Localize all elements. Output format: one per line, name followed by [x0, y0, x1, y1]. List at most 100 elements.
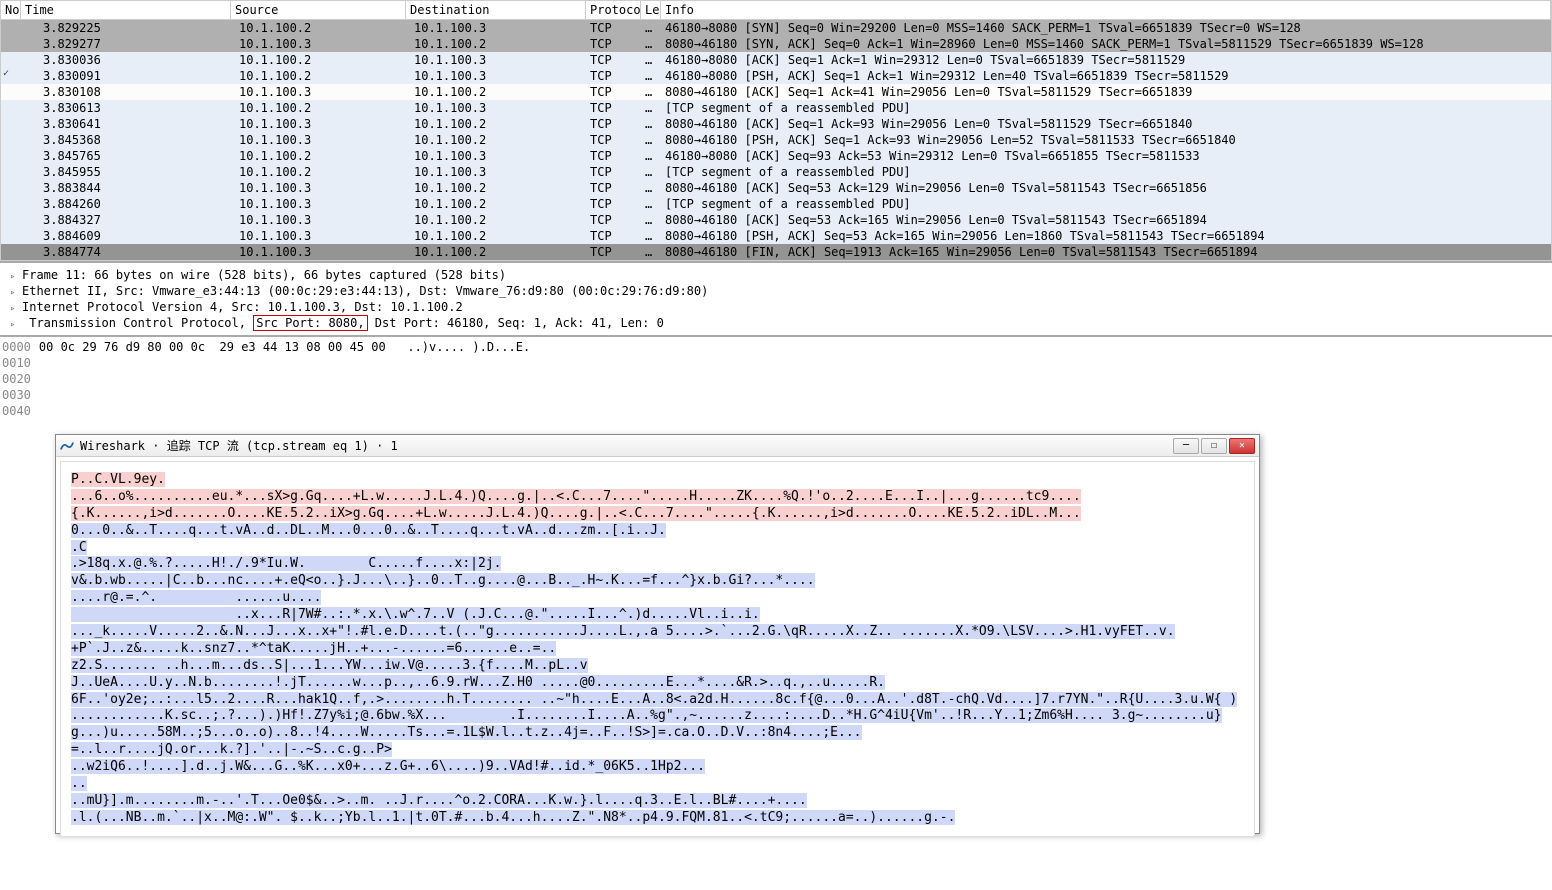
stream-line: P..C.VL.9ey.: [71, 472, 1244, 489]
packet-row[interactable]: 3.84536810.1.100.310.1.100.2TCP…8080→461…: [1, 132, 1551, 148]
follow-tcp-stream-dialog[interactable]: Wireshark · 追踪 TCP 流 (tcp.stream eq 1) ·…: [55, 434, 1260, 834]
packet-row[interactable]: 3.83061310.1.100.210.1.100.3TCP…[TCP seg…: [1, 100, 1551, 116]
row-info: 8080→46180 [ACK] Seq=53 Ack=129 Win=2905…: [661, 180, 1551, 196]
row-info: 8080→46180 [ACK] Seq=53 Ack=165 Win=2905…: [661, 212, 1551, 228]
detail-frame[interactable]: Frame 11: 66 bytes on wire (528 bits), 6…: [2, 267, 1550, 283]
packet-row[interactable]: 3.82927710.1.100.310.1.100.2TCP…8080→461…: [1, 36, 1551, 52]
row-src: 10.1.100.2: [231, 20, 406, 36]
packet-list-pane[interactable]: No Time Source Destination Protocol Le I…: [0, 0, 1552, 261]
row-src: 10.1.100.3: [231, 116, 406, 132]
stream-content[interactable]: P..C.VL.9ey....6..o%..........eu.*...sX>…: [60, 461, 1255, 837]
packet-bytes-pane[interactable]: 00000010002000300040 00 0c 29 76 d9 80 0…: [0, 335, 1552, 421]
col-destination[interactable]: Destination: [406, 1, 586, 19]
row-no: [1, 164, 21, 180]
row-no: [1, 100, 21, 116]
row-proto: TCP: [586, 180, 641, 196]
stream-line: z2.S....... ..h...m...ds..S|...1...YW...…: [71, 658, 1244, 675]
packet-rows: 3.82922510.1.100.210.1.100.3TCP…46180→80…: [1, 20, 1551, 260]
row-proto: TCP: [586, 20, 641, 36]
detail-ip[interactable]: Internet Protocol Version 4, Src: 10.1.1…: [2, 299, 1550, 315]
row-len: …: [641, 180, 661, 196]
maximize-button[interactable]: ☐: [1201, 438, 1227, 454]
packet-row[interactable]: 3.84576510.1.100.210.1.100.3TCP…46180→80…: [1, 148, 1551, 164]
stream-text: =..l..r....jQ.or...k.?].'..|-.~S..c.g..P…: [71, 742, 392, 757]
row-info: [TCP segment of a reassembled PDU]: [661, 196, 1551, 212]
row-len: …: [641, 148, 661, 164]
row-no: [1, 36, 21, 52]
packet-details-pane[interactable]: Frame 11: 66 bytes on wire (528 bits), 6…: [0, 261, 1552, 335]
stream-line: 6F..'oy2e;..:...l5..2....R...hak1Q..f,.>…: [71, 692, 1244, 709]
close-button[interactable]: ✕: [1229, 438, 1255, 454]
stream-line: ............K.sc..;.?...).)Hf!.Z7y%i;@.6…: [71, 708, 1244, 725]
packet-row[interactable]: 3.83003610.1.100.210.1.100.3TCP…46180→80…: [1, 52, 1551, 68]
stream-text: ............K.sc..;.?...).)Hf!.Z7y%i;@.6…: [71, 708, 1222, 723]
stream-line: {.K......,i>d.......O....KE.5.2..iX>g.Gq…: [71, 506, 1244, 523]
row-no: [1, 20, 21, 36]
row-time: 3.884774: [21, 244, 231, 260]
row-src: 10.1.100.3: [231, 212, 406, 228]
detail-tcp-srcport: Src Port: 8080,: [253, 315, 367, 331]
row-proto: TCP: [586, 52, 641, 68]
row-time: 3.883844: [21, 180, 231, 196]
stream-line: g...)u.....58M..;5...o..o)..8..!4....W..…: [71, 725, 1244, 742]
row-dst: 10.1.100.3: [406, 20, 586, 36]
col-info[interactable]: Info: [661, 1, 1551, 19]
row-time: 3.884260: [21, 196, 231, 212]
row-proto: TCP: [586, 244, 641, 260]
col-no[interactable]: No: [1, 1, 21, 19]
row-dst: 10.1.100.2: [406, 196, 586, 212]
row-len: …: [641, 196, 661, 212]
row-dst: 10.1.100.2: [406, 228, 586, 244]
packet-row[interactable]: 3.88384410.1.100.310.1.100.2TCP…8080→461…: [1, 180, 1551, 196]
row-proto: TCP: [586, 164, 641, 180]
packet-row[interactable]: 3.84595510.1.100.210.1.100.3TCP…[TCP seg…: [1, 164, 1551, 180]
stream-line: ....r@.=.^. ......u....: [71, 590, 1244, 607]
col-protocol[interactable]: Protocol: [586, 1, 641, 19]
stream-text: {.K......,i>d.......O....KE.5.2..iX>g.Gq…: [71, 506, 1081, 521]
row-dst: 10.1.100.2: [406, 84, 586, 100]
row-dst: 10.1.100.3: [406, 68, 586, 84]
row-proto: TCP: [586, 116, 641, 132]
packet-row[interactable]: 3.83010810.1.100.310.1.100.2TCP…8080→461…: [1, 84, 1551, 100]
row-no: [1, 212, 21, 228]
row-dst: 10.1.100.2: [406, 116, 586, 132]
packet-row[interactable]: 3.83064110.1.100.310.1.100.2TCP…8080→461…: [1, 116, 1551, 132]
row-no: [1, 148, 21, 164]
stream-text: ...6..o%..........eu.*...sX>g.Gq....+L.w…: [71, 489, 1081, 504]
minimize-button[interactable]: ─: [1173, 438, 1199, 454]
row-no: [1, 52, 21, 68]
row-len: …: [641, 52, 661, 68]
dialog-titlebar[interactable]: Wireshark · 追踪 TCP 流 (tcp.stream eq 1) ·…: [56, 435, 1259, 457]
stream-line: .l.(...NB..m.`..|x..M@:.W". $..k..;Yb.l.…: [71, 810, 1244, 827]
row-dst: 10.1.100.2: [406, 132, 586, 148]
stream-text: ..x...R|7W#..:.*.x.\.w^.7..V (.J.C...@."…: [71, 607, 760, 622]
packet-row[interactable]: 3.82922510.1.100.210.1.100.3TCP…46180→80…: [1, 20, 1551, 36]
row-time: 3.830641: [21, 116, 231, 132]
row-time: 3.845765: [21, 148, 231, 164]
stream-line: ..: [71, 776, 1244, 793]
row-proto: TCP: [586, 100, 641, 116]
stream-line: .>18q.x.@.%.?.....H!./.9*Iu.W. C.....f..…: [71, 556, 1244, 573]
detail-ethernet[interactable]: Ethernet II, Src: Vmware_e3:44:13 (00:0c…: [2, 283, 1550, 299]
row-src: 10.1.100.2: [231, 148, 406, 164]
stream-line: 0...0..&..T....q...t.vA..d..DL..M...0...…: [71, 523, 1244, 540]
col-time[interactable]: Time: [21, 1, 231, 19]
detail-tcp[interactable]: Transmission Control Protocol, Src Port:…: [2, 315, 1550, 331]
row-proto: TCP: [586, 212, 641, 228]
packet-row[interactable]: ✓3.83009110.1.100.210.1.100.3TCP…46180→8…: [1, 68, 1551, 84]
row-src: 10.1.100.3: [231, 228, 406, 244]
packet-row[interactable]: 3.88460910.1.100.310.1.100.2TCP…8080→461…: [1, 228, 1551, 244]
stream-text: +P`.J..z&.....k..snz7..*^taK.....jH..+..…: [71, 641, 556, 656]
row-dst: 10.1.100.2: [406, 212, 586, 228]
packet-row[interactable]: 3.88426010.1.100.310.1.100.2TCP…[TCP seg…: [1, 196, 1551, 212]
stream-line: ...6..o%..........eu.*...sX>g.Gq....+L.w…: [71, 489, 1244, 506]
stream-text: ..w2iQ6..!....].d..j.W&...G..%K...x0+...…: [71, 759, 705, 774]
detail-tcp-pre: Transmission Control Protocol,: [29, 316, 253, 330]
col-length[interactable]: Le: [641, 1, 661, 19]
detail-tcp-post: Dst Port: 46180, Seq: 1, Ack: 41, Len: 0: [368, 316, 664, 330]
col-source[interactable]: Source: [231, 1, 406, 19]
stream-text: 6F..'oy2e;..:...l5..2....R...hak1Q..f,.>…: [71, 692, 1237, 707]
row-no: [1, 116, 21, 132]
packet-row[interactable]: 3.88432710.1.100.310.1.100.2TCP…8080→461…: [1, 212, 1551, 228]
packet-row[interactable]: 3.88477410.1.100.310.1.100.2TCP…8080→461…: [1, 244, 1551, 260]
